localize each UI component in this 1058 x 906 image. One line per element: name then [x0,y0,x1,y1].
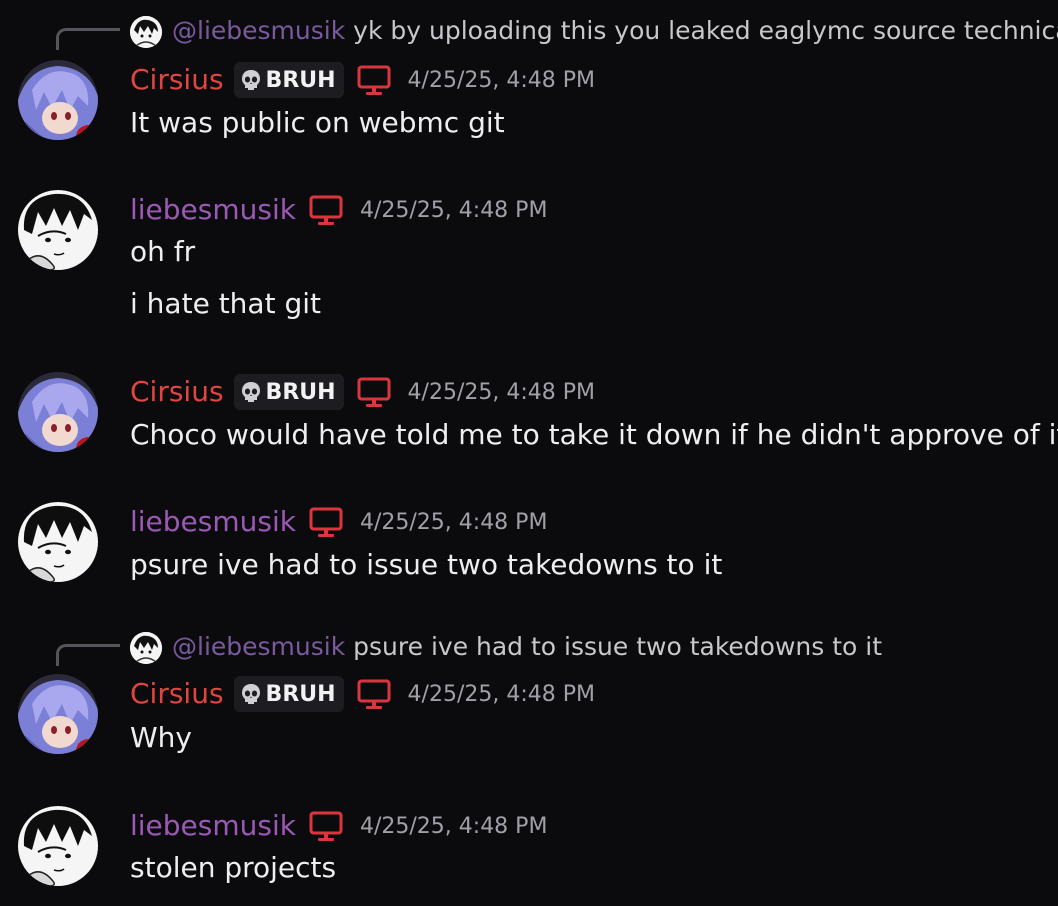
timestamp[interactable]: 4/25/25, 4:48 PM [360,814,547,839]
reply-mention[interactable]: @liebesmusik [172,632,345,661]
message-content: stolen projects [130,851,337,884]
role-badge[interactable]: BRUH [233,374,344,410]
message-content: Why [130,721,193,754]
timestamp[interactable]: 4/25/25, 4:48 PM [408,682,595,707]
message-header: liebesmusik 4/25/25, 4:48 PM [130,190,547,230]
skull-icon [241,684,260,704]
message-content: psure ive had to issue two takedowns to … [130,548,723,581]
reply-text: @liebesmusik yk by uploading this you le… [172,15,1058,47]
badge-label: BRUH [265,681,336,707]
username[interactable]: Cirsius [130,60,224,100]
reply-spine [56,28,120,50]
username[interactable]: liebesmusik [130,806,296,846]
message-header: liebesmusik 4/25/25, 4:48 PM [130,502,547,542]
role-badge[interactable]: BRUH [233,676,344,712]
message-header: liebesmusik 4/25/25, 4:48 PM [130,806,547,846]
message-header: Cirsius BRUH 4/25/25, 4:48 PM [130,674,595,714]
desktop-monitor-icon [357,377,391,407]
avatar[interactable] [18,60,98,140]
message-header: Cirsius BRUH 4/25/25, 4:48 PM [130,372,595,412]
skull-icon [241,382,260,402]
desktop-monitor-icon [309,507,343,537]
reply-snippet: yk by uploading this you leaked eaglymc … [353,16,1058,45]
username[interactable]: Cirsius [130,372,224,412]
reply-text: @liebesmusik psure ive had to issue two … [172,631,882,663]
timestamp[interactable]: 4/25/25, 4:48 PM [360,198,547,223]
message-content: oh fr [130,235,196,268]
message-content: Choco would have told me to take it down… [130,418,1058,451]
reply-snippet: psure ive had to issue two takedowns to … [353,632,883,661]
timestamp[interactable]: 4/25/25, 4:48 PM [408,380,595,405]
avatar[interactable] [18,190,98,270]
desktop-monitor-icon [357,679,391,709]
avatar[interactable] [18,372,98,452]
message-content: i hate that git [130,287,321,320]
username[interactable]: liebesmusik [130,190,296,230]
skull-icon [241,70,260,90]
badge-label: BRUH [265,67,336,93]
desktop-monitor-icon [309,811,343,841]
avatar[interactable] [18,806,98,886]
reply-avatar [130,632,162,664]
timestamp[interactable]: 4/25/25, 4:48 PM [360,510,547,535]
username[interactable]: liebesmusik [130,502,296,542]
message-header: Cirsius BRUH 4/25/25, 4:48 PM [130,60,595,100]
timestamp[interactable]: 4/25/25, 4:48 PM [408,68,595,93]
reply-preview[interactable]: @liebesmusik yk by uploading this you le… [0,12,1058,52]
desktop-monitor-icon [309,195,343,225]
badge-label: BRUH [265,379,336,405]
reply-spine [56,644,120,666]
reply-mention[interactable]: @liebesmusik [172,16,345,45]
username[interactable]: Cirsius [130,674,224,714]
avatar[interactable] [18,502,98,582]
avatar[interactable] [18,674,98,754]
reply-avatar [130,16,162,48]
message-content: It was public on webmc git [130,106,505,139]
reply-preview[interactable]: @liebesmusik psure ive had to issue two … [0,628,1058,668]
role-badge[interactable]: BRUH [233,62,344,98]
desktop-monitor-icon [357,65,391,95]
